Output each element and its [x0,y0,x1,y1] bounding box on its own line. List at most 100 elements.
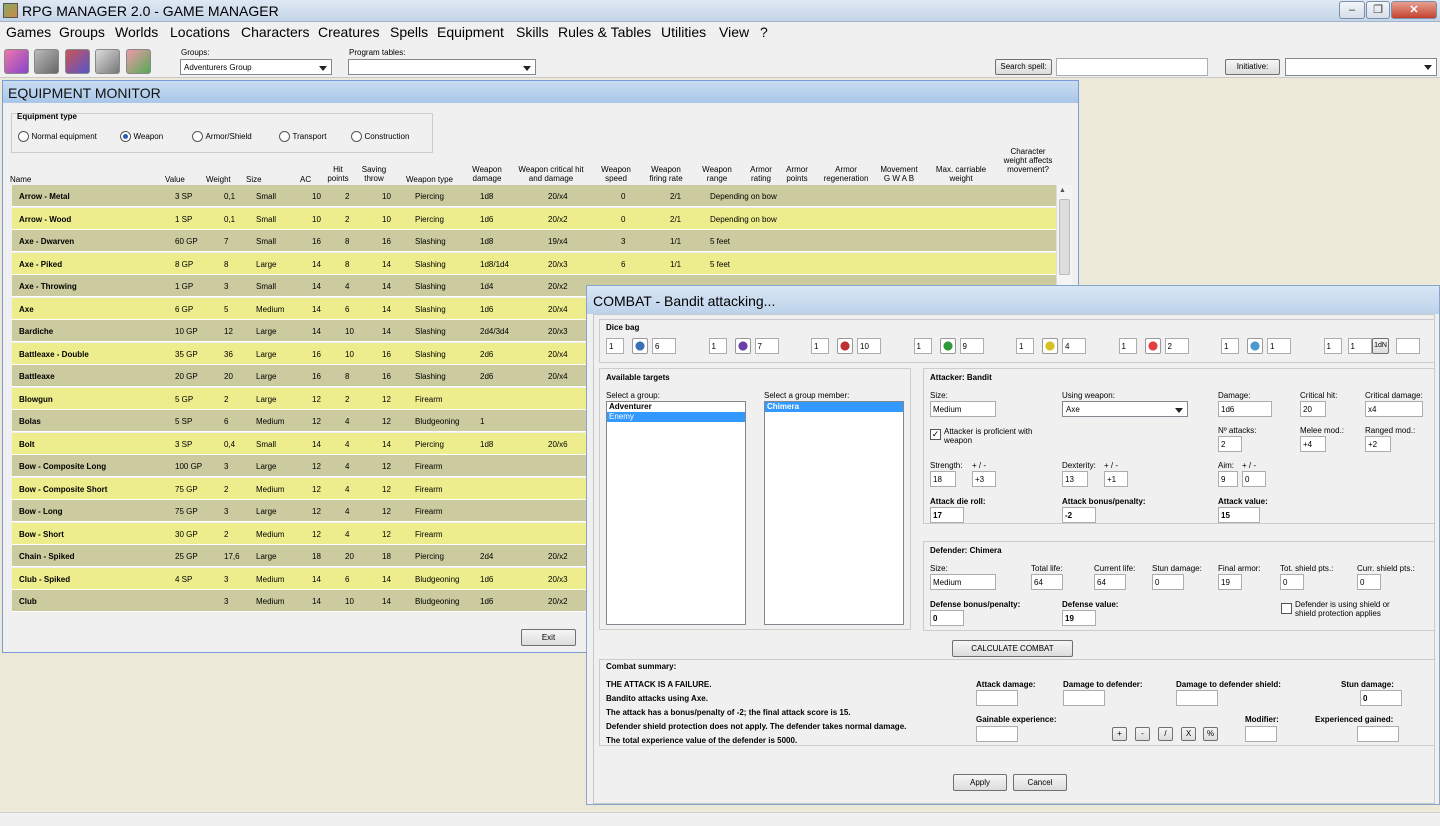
die-icon[interactable] [1247,338,1263,354]
die-result-field[interactable]: 7 [754,338,779,354]
attacks-field[interactable]: 2 [1218,436,1242,452]
attack-damage-field[interactable] [976,690,1018,706]
proficient-checkbox[interactable]: ✓ [930,429,941,440]
menu-games[interactable]: Games [6,24,51,40]
aim-field[interactable]: 9 [1218,471,1238,487]
shield-protection-checkbox[interactable] [1281,603,1292,614]
menu-view[interactable]: View [719,24,749,40]
die-count-field[interactable]: 1 [913,338,932,354]
col-armor-rating[interactable]: Armor rating [747,165,775,183]
die-count-field[interactable]: 1 [1016,338,1034,354]
dexterity-field[interactable]: 13 [1062,471,1088,487]
percent-op-button[interactable]: % [1203,727,1218,741]
groups-select[interactable]: Adventurers Group [180,59,332,75]
col-name[interactable]: Name [10,175,31,184]
experience-gained-field[interactable] [1357,726,1399,742]
damage-to-defender-field[interactable] [1063,690,1105,706]
table-row[interactable]: Axe - Piked 8 GP 8 Large 14 8 14 Slashing 1d8/1d… [12,252,1056,275]
col-armor-regeneration[interactable]: Armor regeneration [818,165,874,183]
exit-button[interactable]: Exit [521,629,576,646]
attack-bonus-field[interactable]: -2 [1062,507,1096,523]
final-armor-field[interactable]: 19 [1218,574,1242,590]
add-op-button[interactable]: + [1112,727,1127,741]
curr-shield-field[interactable]: 0 [1357,574,1381,590]
die-result-field[interactable]: 9 [959,338,984,354]
creatures-icon[interactable] [95,49,120,74]
radio-normal-equipment[interactable]: Normal equipment [18,131,97,143]
multiply-op-button[interactable]: X [1181,727,1196,741]
die-icon[interactable] [837,338,853,354]
die-icon[interactable] [939,338,956,354]
damage-field[interactable]: 1d6 [1218,401,1272,417]
menu-equipment[interactable]: Equipment [437,24,504,40]
col-weapon-speed[interactable]: Weapon speed [599,165,633,183]
scroll-thumb[interactable] [1059,199,1070,275]
group-item-adventurer[interactable]: Adventurer [607,402,745,412]
die-result-field[interactable]: 2 [1164,338,1189,354]
radio-construction[interactable]: Construction [351,131,409,143]
member-item-chimera[interactable]: Chimera [765,402,903,412]
strength-mod-field[interactable]: +3 [972,471,996,487]
defense-bonus-field[interactable]: 0 [930,610,964,626]
die-icon[interactable] [632,338,648,354]
defender-stun-field[interactable]: 0 [1152,574,1184,590]
gainable-experience-field[interactable] [976,726,1018,742]
equipment-icon[interactable] [126,49,151,74]
attacker-size-field[interactable]: Medium [930,401,996,417]
menu-skills[interactable]: Skills [516,24,549,40]
damage-to-shield-field[interactable] [1176,690,1218,706]
die-result-field[interactable]: 1 [1267,338,1291,354]
attack-value-field[interactable]: 15 [1218,507,1260,523]
close-button[interactable]: ✕ [1391,1,1437,19]
search-spell-button[interactable]: Search spell: [995,59,1052,75]
menu-worlds[interactable]: Worlds [115,24,158,40]
die-icon[interactable] [1042,338,1058,354]
group-item-enemy[interactable]: Enemy [607,412,745,422]
defense-value-field[interactable]: 19 [1062,610,1096,626]
menu-rules-tables[interactable]: Rules & Tables [558,24,651,40]
menu-groups[interactable]: Groups [59,24,105,40]
restore-button[interactable]: ❐ [1366,1,1390,19]
col-value[interactable]: Value [165,175,185,184]
col-weight[interactable]: Weight [206,175,231,184]
menu-spells[interactable]: Spells [390,24,428,40]
col-hit-points[interactable]: Hit points [327,165,349,183]
initiative-button[interactable]: Initiative: [1225,59,1280,75]
critical-damage-field[interactable]: x4 [1365,401,1423,417]
die-count-field[interactable]: 1 [708,338,727,354]
games-icon[interactable] [4,49,29,74]
aim-mod-field[interactable]: 0 [1242,471,1266,487]
total-life-field[interactable]: 64 [1031,574,1063,590]
current-life-field[interactable]: 64 [1094,574,1126,590]
strength-field[interactable]: 18 [930,471,956,487]
col-movement[interactable]: Movement G W A B [877,165,921,183]
col-weapon-firing-rate[interactable]: Weapon firing rate [646,165,686,183]
col-armor-points[interactable]: Armor points [783,165,811,183]
divide-op-button[interactable]: / [1158,727,1173,741]
cancel-button[interactable]: Cancel [1013,774,1067,791]
attack-roll-field[interactable]: 17 [930,507,964,523]
menu-creatures[interactable]: Creatures [318,24,379,40]
menu-utilities[interactable]: Utilities [661,24,706,40]
col-weapon-range[interactable]: Weapon range [700,165,734,183]
melee-mod-field[interactable]: +4 [1300,436,1326,452]
die-result-field[interactable]: 6 [652,338,676,354]
dexterity-mod-field[interactable]: +1 [1104,471,1128,487]
die-count-field[interactable]: 1 [1323,338,1342,354]
search-spell-input[interactable] [1056,58,1208,76]
col-weight-affects-movement[interactable]: Character weight affects movement? [1003,147,1053,174]
locations-icon[interactable] [34,49,59,74]
table-row[interactable]: Axe - Dwarven 60 GP 7 Small 16 8 16 Slashing 1d8… [12,230,1056,252]
custom-die-button[interactable]: 1dN [1372,338,1389,354]
radio-weapon[interactable]: Weapon [120,131,163,143]
minimize-button[interactable]: – [1339,1,1365,19]
modifier-field[interactable] [1245,726,1277,742]
die-result-field[interactable]: 10 [857,338,881,354]
defender-size-field[interactable]: Medium [930,574,996,590]
apply-button[interactable]: Apply [953,774,1007,791]
critical-hit-field[interactable]: 20 [1300,401,1326,417]
col-max-weight[interactable]: Max. carriable weight [933,165,989,183]
characters-icon[interactable] [65,49,90,74]
table-row[interactable]: Arrow - Wood 1 SP 0,1 Small 10 2 10 Piercing 1d6… [12,207,1056,230]
col-saving-throw[interactable]: Saving throw [359,165,389,183]
